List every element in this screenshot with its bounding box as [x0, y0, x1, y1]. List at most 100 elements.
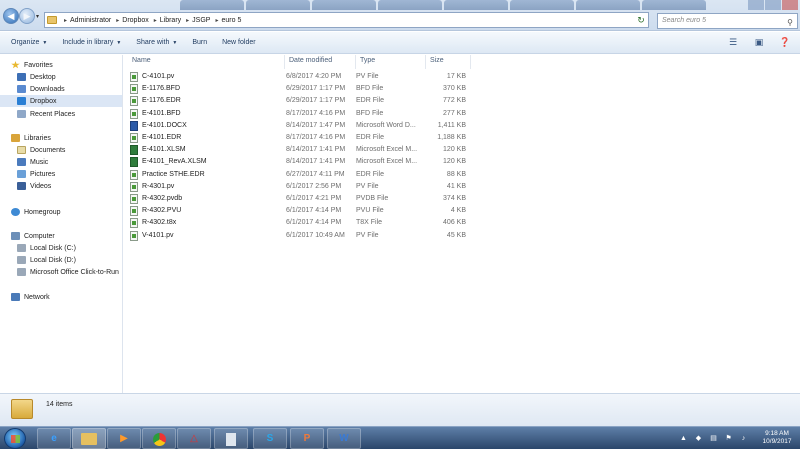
nav-favorites[interactable]: Favorites: [11, 59, 122, 71]
chevron-right-icon[interactable]: ▸: [116, 17, 119, 24]
file-row[interactable]: E-4101.XLSM 8/14/2017 1:41 PM Microsoft Ex…: [124, 144, 800, 156]
skype-icon[interactable]: S: [253, 428, 287, 449]
file-row[interactable]: E-4101.BFD 8/17/2017 4:16 PM BFD File 277 K…: [124, 108, 800, 120]
start-button[interactable]: [4, 428, 26, 449]
chrome-icon[interactable]: [142, 428, 176, 449]
file-row[interactable]: C-4101.pv 6/8/2017 4:20 PM PV File 17 KB: [124, 71, 800, 83]
file-row[interactable]: R-4302.PVU 6/1/2017 4:14 PM PVU File 4 KB: [124, 205, 800, 217]
clock[interactable]: 9:18 AM 10/9/2017: [758, 430, 796, 446]
acrobat-icon[interactable]: △: [177, 428, 211, 449]
volume-icon[interactable]: ♪: [739, 434, 748, 443]
file-date: 6/1/2017 10:49 AM: [286, 231, 345, 239]
file-row[interactable]: R-4301.pv 6/1/2017 2:56 PM PV File 41 KB: [124, 181, 800, 193]
chevron-right-icon[interactable]: ▸: [64, 17, 67, 24]
media-player-icon[interactable]: ▶: [107, 428, 141, 449]
nav-music[interactable]: Music: [17, 156, 122, 168]
word-icon[interactable]: W: [327, 428, 361, 449]
powerpoint-icon[interactable]: P: [290, 428, 324, 449]
file-date: 8/14/2017 1:47 PM: [286, 121, 346, 129]
help-icon[interactable]: ❓: [778, 37, 792, 48]
nav-local-disk-c[interactable]: Local Disk (C:): [17, 242, 122, 254]
file-type: Microsoft Word D...: [356, 121, 416, 129]
file-size: 772 KB: [443, 97, 466, 105]
file-date: 8/14/2017 1:41 PM: [286, 158, 346, 166]
organize-button[interactable]: Organize ▼: [11, 39, 47, 46]
nav-desktop[interactable]: Desktop: [17, 71, 122, 83]
file-row[interactable]: E-4101_RevA.XLSM 8/14/2017 1:41 PM Microso…: [124, 156, 800, 168]
nav-label: Local Disk (D:): [30, 256, 76, 264]
file-name: R-4302.t8x: [142, 219, 177, 227]
chevron-up-icon[interactable]: ▲: [679, 434, 688, 443]
nav-label: Libraries: [24, 134, 51, 142]
background-tab: [444, 0, 508, 10]
nav-network[interactable]: Network: [11, 291, 122, 303]
nav-label: Microsoft Office Click-to-Run: [30, 268, 119, 276]
maximize-button[interactable]: [765, 0, 781, 10]
homegroup-icon: [11, 208, 20, 216]
music-icon: [17, 158, 26, 166]
breadcrumb-item[interactable]: Dropbox: [122, 17, 148, 24]
file-name: E-4101.XLSM: [142, 146, 186, 154]
chevron-right-icon[interactable]: ▸: [154, 17, 157, 24]
new-folder-button[interactable]: New folder: [222, 39, 255, 46]
file-explorer-icon[interactable]: [72, 428, 106, 449]
breadcrumb-item[interactable]: Library: [160, 17, 181, 24]
nav-homegroup[interactable]: Homegroup: [11, 206, 122, 218]
column-size[interactable]: Size: [426, 55, 471, 69]
include-in-library-button[interactable]: Include in library ▼: [62, 39, 121, 46]
column-name[interactable]: Name: [128, 55, 285, 69]
nav-computer[interactable]: Computer: [11, 230, 122, 242]
back-button[interactable]: ◀: [3, 8, 19, 24]
file-name: Practice STHE.EDR: [142, 170, 205, 178]
file-row[interactable]: E-4101.EDR 8/17/2017 4:16 PM EDR File 1,188…: [124, 132, 800, 144]
nav-label: Dropbox: [30, 97, 57, 105]
nav-videos[interactable]: Videos: [17, 180, 122, 192]
file-name: R-4302.pvdb: [142, 195, 183, 202]
breadcrumb-item[interactable]: JSGP: [192, 17, 210, 24]
internet-explorer-icon[interactable]: e: [37, 428, 71, 449]
dropbox-tray-icon[interactable]: ◆: [694, 434, 703, 443]
forward-button[interactable]: ▶: [19, 8, 35, 24]
nav-label: Local Disk (C:): [30, 244, 76, 252]
background-tab: [246, 0, 310, 10]
close-button[interactable]: [782, 0, 798, 10]
breadcrumb-item[interactable]: euro 5: [221, 17, 241, 24]
preview-pane-icon[interactable]: ▣: [752, 37, 766, 48]
view-options-icon[interactable]: ☰: [726, 37, 740, 48]
calculator-icon[interactable]: [214, 428, 248, 449]
column-type[interactable]: Type: [356, 55, 426, 69]
nav-label: Computer: [24, 232, 55, 240]
search-input[interactable]: Search euro 5 ⚲: [657, 13, 798, 29]
nav-office-click-to-run[interactable]: Microsoft Office Click-to-Run: [17, 266, 122, 278]
share-with-button[interactable]: Share with ▼: [136, 39, 177, 46]
file-row[interactable]: R-4302.t8x 6/1/2017 4:14 PM T8X File 406 KB: [124, 217, 800, 229]
minimize-button[interactable]: [748, 0, 764, 10]
nav-documents[interactable]: Documents: [17, 144, 122, 156]
file-icon: [130, 108, 138, 119]
nav-libraries[interactable]: Libraries: [11, 132, 122, 144]
file-row[interactable]: E-1176.EDR 6/29/2017 1:17 PM EDR File 772 K…: [124, 95, 800, 107]
flag-icon[interactable]: ⚑: [724, 434, 733, 443]
refresh-icon[interactable]: ↻: [634, 13, 648, 27]
burn-button[interactable]: Burn: [192, 39, 207, 46]
network-tray-icon[interactable]: ▤: [709, 434, 718, 443]
nav-dropbox[interactable]: Dropbox: [0, 95, 122, 107]
nav-local-disk-d[interactable]: Local Disk (D:): [17, 254, 122, 266]
nav-downloads[interactable]: Downloads: [17, 83, 122, 95]
file-row[interactable]: E-4101.DOCX 8/14/2017 1:47 PM Microsoft Wo…: [124, 120, 800, 132]
recent-pages-dropdown-icon[interactable]: ▾: [36, 13, 39, 20]
file-row[interactable]: Practice STHE.EDR 6/27/2017 4:11 PM EDR Fi…: [124, 169, 800, 181]
file-row[interactable]: V-4101.pv 6/1/2017 10:49 AM PV File 45 KB: [124, 230, 800, 242]
breadcrumb[interactable]: ▸ Administrator ▸ Dropbox ▸ Library ▸ JS…: [44, 12, 649, 28]
column-date-modified[interactable]: Date modified: [285, 55, 356, 69]
nav-pictures[interactable]: Pictures: [17, 168, 122, 180]
file-name-cell: R-4301.pv: [130, 181, 280, 193]
nav-label: Documents: [30, 146, 66, 154]
chevron-right-icon[interactable]: ▸: [186, 17, 189, 24]
file-name: E-1176.BFD: [142, 85, 180, 93]
file-row[interactable]: E-1176.BFD 6/29/2017 1:17 PM BFD File 370 K…: [124, 83, 800, 95]
nav-recent-places[interactable]: Recent Places: [17, 108, 122, 120]
chevron-right-icon[interactable]: ▸: [215, 17, 218, 24]
breadcrumb-item[interactable]: Administrator: [70, 17, 111, 24]
file-row[interactable]: R-4302.pvdb 6/1/2017 4:21 PM PVDB File 374 …: [124, 193, 800, 205]
